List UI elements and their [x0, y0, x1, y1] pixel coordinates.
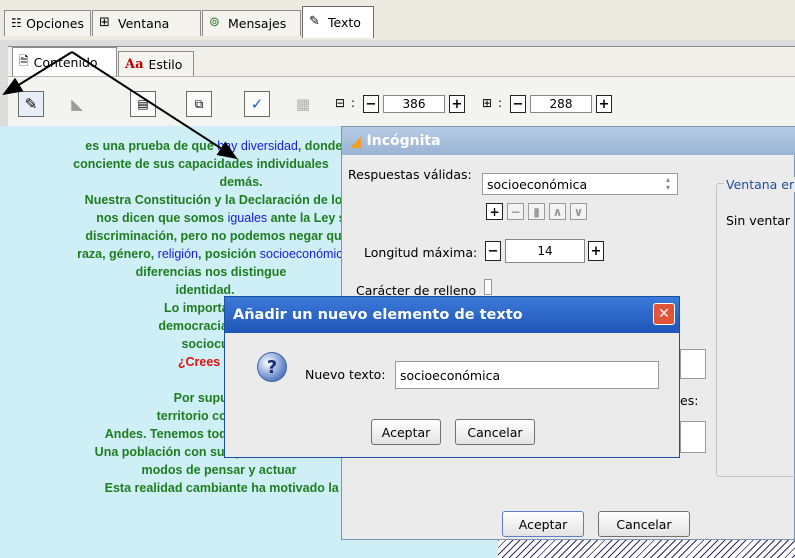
close-icon: ✕ [658, 306, 670, 322]
ventana-select-value[interactable]: Sin ventar [726, 213, 790, 228]
close-button[interactable]: ✕ [653, 303, 675, 325]
longitud-increment-button[interactable]: + [588, 241, 604, 261]
incognita-cancel-button[interactable]: Cancelar [598, 511, 690, 537]
add-text-dialog: Añadir un nuevo elemento de texto ✕ ? Nu… [224, 296, 680, 458]
respuestas-label: Respuestas válidas: [348, 167, 472, 182]
nuevo-texto-value: socioeconómica [400, 367, 501, 383]
add-text-accept-button[interactable]: Aceptar [371, 419, 441, 445]
partial-label: es: [680, 393, 699, 408]
remove-answer-button[interactable]: − [507, 203, 524, 220]
incognita-accept-button[interactable]: Aceptar [502, 511, 584, 537]
hidden-field-1[interactable] [680, 349, 706, 379]
question-icon: ? [257, 352, 287, 382]
add-answer-button[interactable]: + [486, 203, 503, 220]
chevron-up-icon: ∧ [552, 204, 563, 219]
respuestas-spinner[interactable]: ▴ ▾ [661, 176, 675, 192]
ventana-group-label: Ventana er [724, 177, 795, 192]
edit-icon: ▮ [533, 204, 540, 219]
nuevo-texto-input[interactable]: socioeconómica [395, 361, 659, 389]
caracter-input[interactable] [484, 279, 492, 295]
incognita-icon: ◢ [350, 132, 362, 150]
move-down-button[interactable]: ∨ [570, 203, 587, 220]
incognita-title-bar: ◢ Incógnita [342, 127, 795, 155]
arrow-to-toolbar [2, 51, 73, 96]
add-text-cancel-button[interactable]: Cancelar [455, 419, 535, 445]
add-text-title-bar: Añadir un nuevo elemento de texto ✕ [225, 297, 679, 333]
edit-answer-button[interactable]: ▮ [528, 203, 545, 220]
nuevo-texto-label: Nuevo texto: [305, 367, 386, 382]
hidden-field-2[interactable] [680, 421, 706, 453]
add-text-title: Añadir un nuevo elemento de texto [233, 307, 523, 323]
incognita-title: Incógnita [366, 133, 441, 149]
move-up-button[interactable]: ∧ [549, 203, 566, 220]
longitud-decrement-button[interactable]: − [485, 241, 501, 261]
arrow-to-text [71, 51, 238, 160]
longitud-value-field[interactable]: 14 [505, 239, 585, 263]
respuestas-value: socioeconómica [487, 176, 588, 192]
longitud-label: Longitud máxima: [364, 245, 478, 260]
respuestas-input[interactable]: socioeconómica ▴ ▾ [482, 173, 678, 195]
chevron-down-icon: ∨ [573, 204, 584, 219]
